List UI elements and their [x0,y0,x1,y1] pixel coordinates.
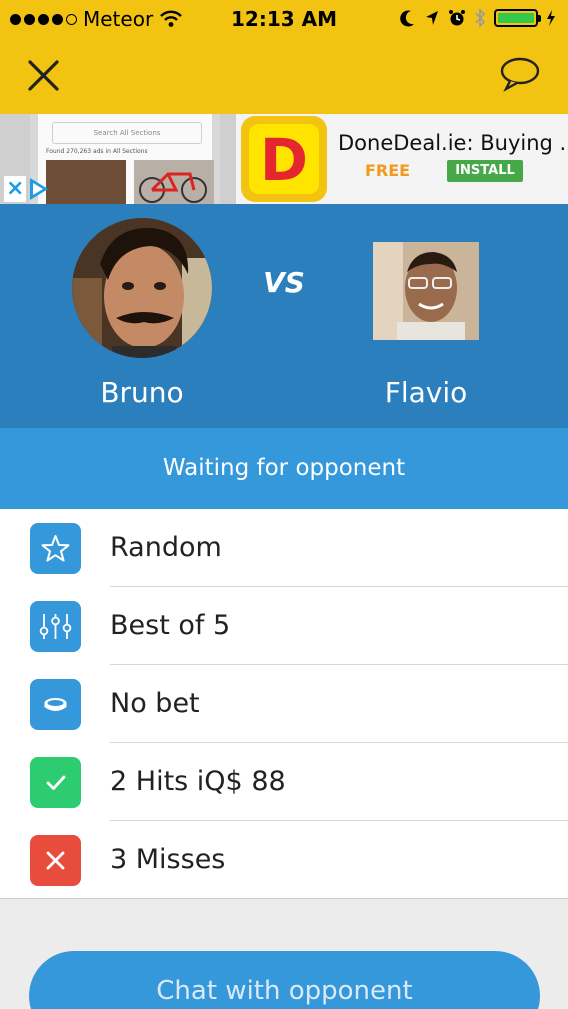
location-arrow-icon [426,11,438,25]
option-label: 2 Hits iQ$ 88 [110,766,286,797]
versus-panel: VS Bruno Flavio [0,204,568,428]
star-icon [30,523,81,574]
battery-icon [494,9,541,27]
avatar-player-right[interactable] [373,242,479,340]
speech-bubble-icon [500,57,540,92]
waiting-status: Waiting for opponent [0,428,568,509]
bluetooth-icon [475,8,486,28]
ad-guitar-image [46,160,126,204]
ad-bicycle-image [134,160,214,204]
player-left-name: Bruno [100,376,184,409]
status-icons [400,8,556,28]
alarm-icon [449,10,465,26]
ad-install-button[interactable]: INSTALL [447,160,523,182]
option-label: Random [110,532,222,563]
ad-phone-mockup: Search All Sections Found 270,263 ads in… [30,114,220,204]
ad-close-icon[interactable]: × [4,176,27,202]
status-bar: Meteor 12:13 AM [0,0,568,38]
moon-icon [400,10,414,27]
ad-banner[interactable]: Search All Sections Found 270,263 ads in… [0,114,568,204]
ad-found-text: Found 270,263 ads in All Sections [46,148,148,155]
ad-app-logo: D [241,116,327,202]
option-label: No bet [110,688,200,719]
sliders-icon [30,601,81,652]
close-button[interactable] [24,56,64,96]
option-row-rounds: Best of 5 [0,587,568,665]
ad-price: FREE [365,161,411,180]
check-icon [30,757,81,808]
option-label: 3 Misses [110,844,226,875]
ad-title: DoneDeal.ie: Buying ... [338,131,564,155]
game-options-list: Random Best of 5 No bet 2 Hits iQ$ 88 3 … [0,509,568,899]
charging-icon [547,10,555,26]
chat-button[interactable] [498,52,542,96]
cross-icon [30,835,81,886]
option-row-misses: 3 Misses [0,821,568,899]
versus-label: VS [263,266,305,299]
option-row-bet: No bet [0,665,568,743]
ad-search-box: Search All Sections [52,122,202,144]
coin-icon [30,679,81,730]
option-row-mode: Random [0,509,568,587]
close-icon [28,60,59,91]
avatar-player-left[interactable] [72,218,212,358]
chat-with-opponent-button[interactable]: Chat with opponent [29,951,540,1009]
option-row-hits: 2 Hits iQ$ 88 [0,743,568,821]
option-label: Best of 5 [110,610,231,641]
player-right-name: Flavio [384,376,468,409]
nav-bar [0,38,568,114]
